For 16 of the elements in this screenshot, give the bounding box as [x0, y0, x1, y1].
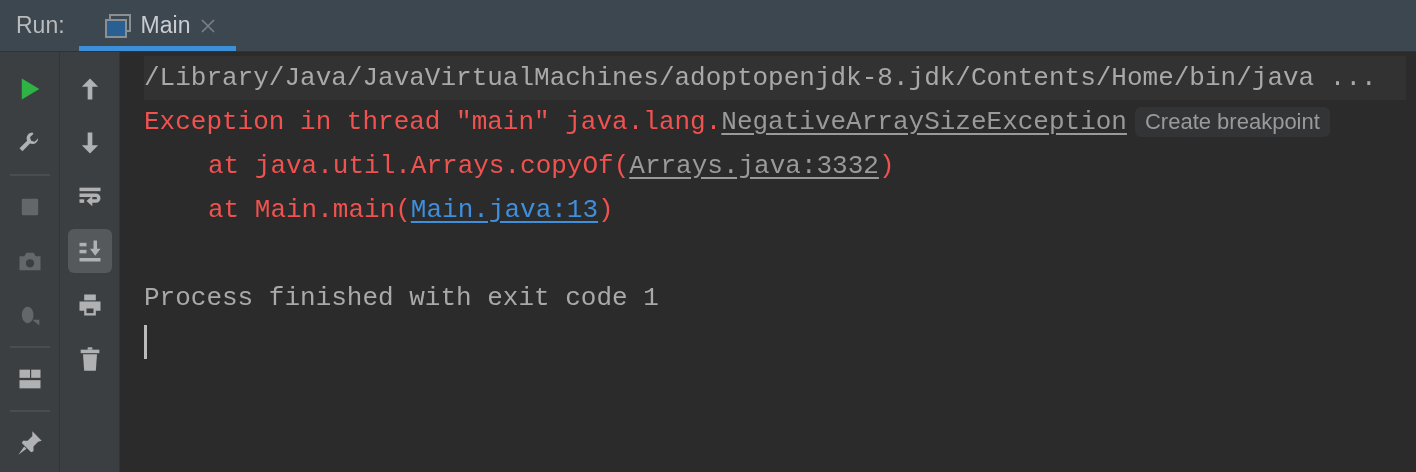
- console-text: at java.util.Arrays.copyOf(: [208, 151, 630, 181]
- pin-icon: [15, 429, 44, 457]
- create-breakpoint-hint[interactable]: Create breakpoint: [1134, 107, 1330, 137]
- toolbar-button[interactable]: [67, 229, 112, 273]
- text-cursor: [144, 325, 147, 359]
- console-text: ): [878, 151, 895, 181]
- console-text: at Main.main(: [208, 195, 411, 225]
- console-text: Exception in thread "main" java.lang.: [144, 107, 722, 137]
- console-link[interactable]: Arrays.java:3332: [629, 151, 879, 181]
- console-text: Process finished with exit code 1: [144, 283, 659, 313]
- window-icon: [104, 13, 131, 38]
- console-link[interactable]: Main.java:13: [410, 195, 599, 225]
- console-text: /Library/Java/JavaVirtualMachines/adoptopenjdk-8.jdk/Contents/Home/bin/java ...: [144, 63, 1377, 93]
- run-label: Run:: [16, 12, 65, 39]
- console-link[interactable]: NegativeArraySizeException: [721, 107, 1127, 137]
- console-text: ): [598, 195, 614, 225]
